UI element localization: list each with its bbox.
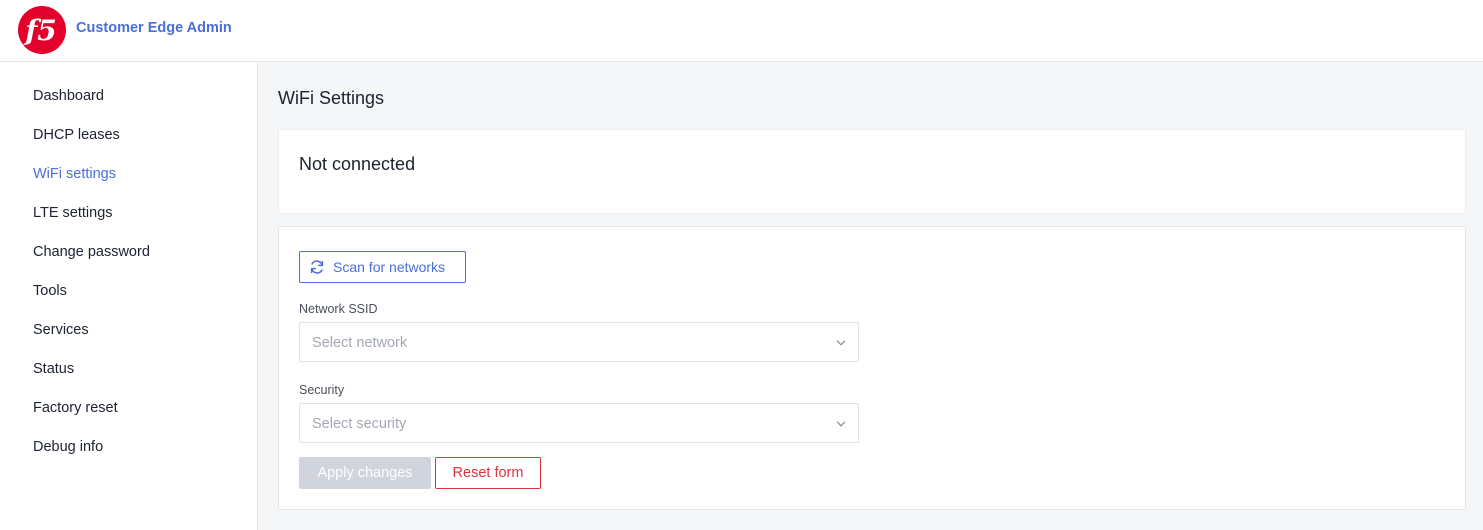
sidebar-item-debug-info[interactable]: Debug info bbox=[33, 439, 103, 455]
network-ssid-label: Network SSID bbox=[299, 302, 378, 316]
scan-networks-button[interactable]: Scan for networks bbox=[299, 251, 466, 283]
apply-changes-button[interactable]: Apply changes bbox=[299, 457, 431, 489]
sidebar-item-services[interactable]: Services bbox=[33, 322, 89, 338]
connection-status-text: Not connected bbox=[299, 154, 416, 174]
reset-form-button[interactable]: Reset form bbox=[435, 457, 541, 489]
sidebar-item-factory-reset[interactable]: Factory reset bbox=[33, 400, 118, 416]
connection-status-card: Not connected bbox=[278, 129, 1466, 214]
main-content: WiFi Settings Not connected Scan for net… bbox=[258, 62, 1483, 530]
security-label: Security bbox=[299, 383, 345, 397]
chevron-down-icon bbox=[836, 421, 846, 427]
app-title: Customer Edge Admin bbox=[76, 20, 232, 36]
svg-text:f5: f5 bbox=[23, 14, 57, 47]
sidebar-item-tools[interactable]: Tools bbox=[33, 283, 67, 299]
f5-logo[interactable]: f5 bbox=[17, 5, 67, 55]
top-bar: f5 Customer Edge Admin bbox=[0, 0, 1483, 62]
chevron-down-icon bbox=[836, 340, 846, 346]
page-title: WiFi Settings bbox=[278, 88, 385, 108]
sidebar-item-dashboard[interactable]: Dashboard bbox=[33, 88, 104, 104]
network-ssid-placeholder: Select network bbox=[312, 335, 408, 351]
sidebar-item-dhcp-leases[interactable]: DHCP leases bbox=[33, 127, 120, 143]
sidebar-item-change-password[interactable]: Change password bbox=[33, 244, 150, 260]
wifi-form-card: Scan for networks Network SSID Select ne… bbox=[278, 226, 1466, 510]
sidebar: Dashboard DHCP leases WiFi settings LTE … bbox=[0, 62, 258, 530]
security-select[interactable]: Select security bbox=[299, 403, 859, 443]
refresh-icon bbox=[310, 260, 324, 274]
network-ssid-select[interactable]: Select network bbox=[299, 322, 859, 362]
security-placeholder: Select security bbox=[312, 416, 407, 432]
sidebar-item-wifi-settings[interactable]: WiFi settings bbox=[33, 166, 116, 182]
sidebar-item-lte-settings[interactable]: LTE settings bbox=[33, 205, 113, 221]
scan-networks-label: Scan for networks bbox=[333, 259, 446, 275]
sidebar-item-status[interactable]: Status bbox=[33, 361, 74, 377]
